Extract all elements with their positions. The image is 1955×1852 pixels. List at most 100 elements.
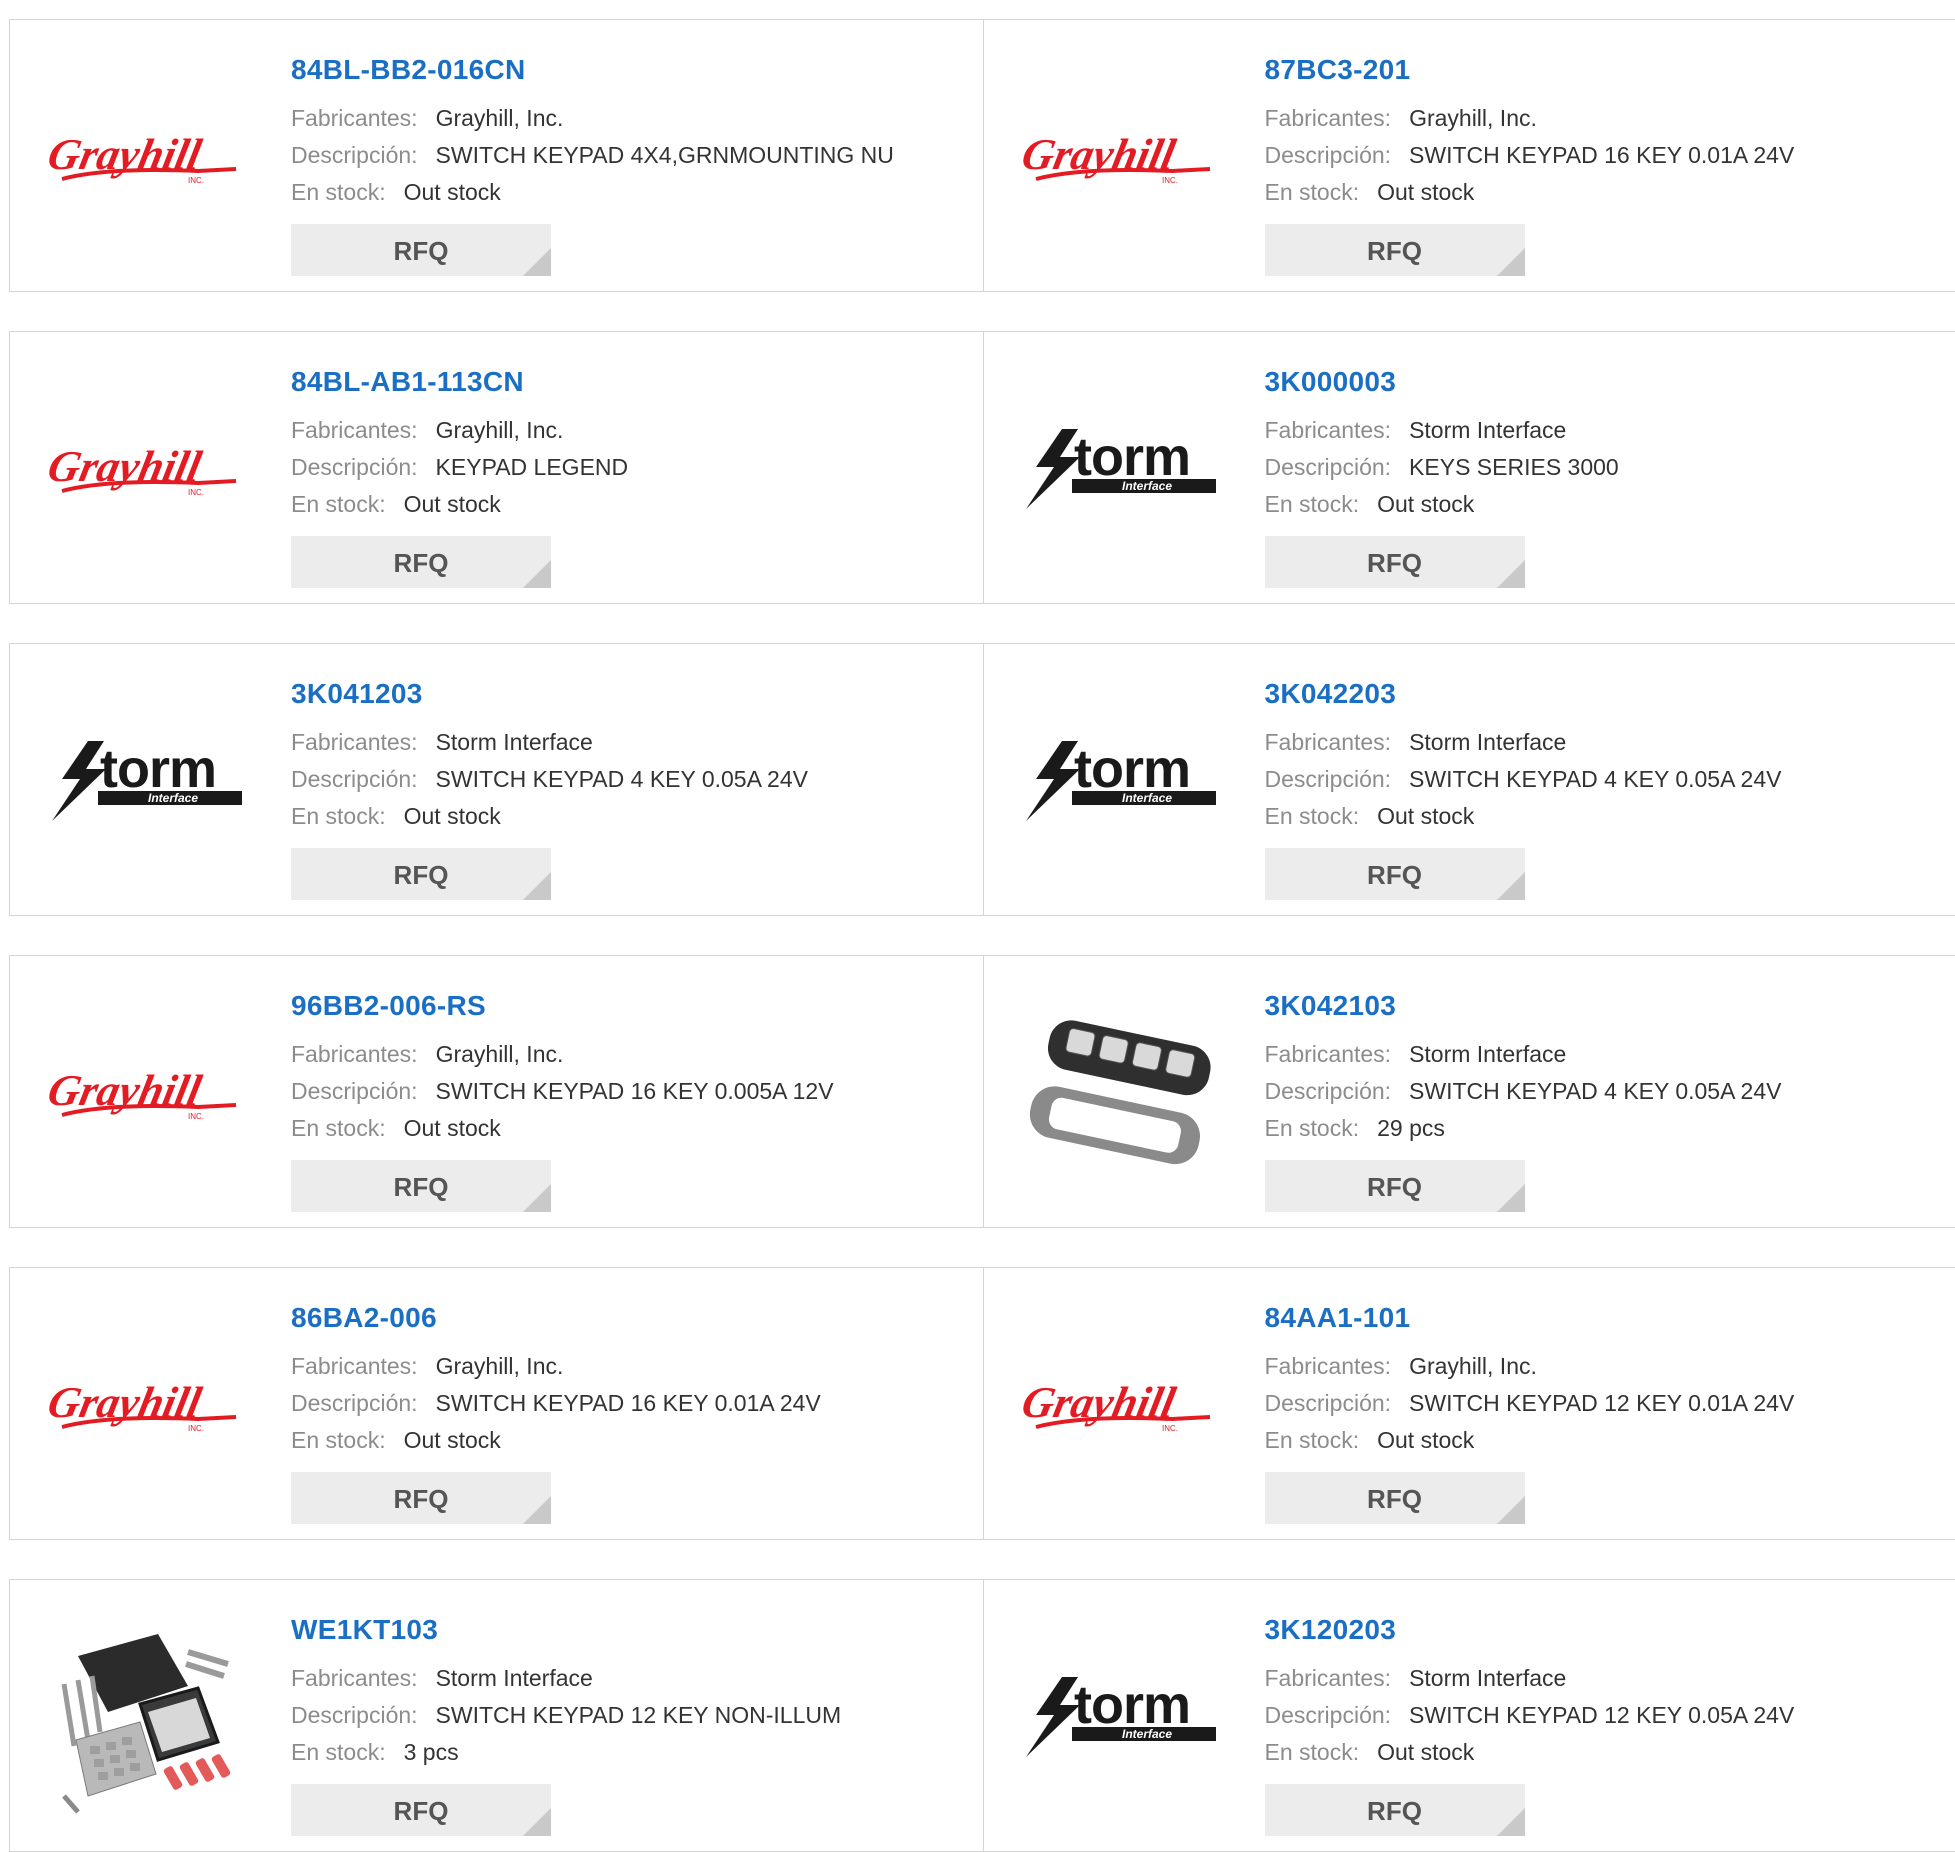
part-number-link[interactable]: 84AA1-101 — [1265, 1300, 1795, 1336]
corner-triangle-icon — [523, 872, 551, 900]
rfq-button[interactable]: RFQ — [291, 536, 551, 588]
rfq-button[interactable]: RFQ — [291, 1160, 551, 1212]
storm-interface-logo: torm Interface — [1022, 423, 1222, 513]
rfq-button[interactable]: RFQ — [291, 1784, 551, 1836]
rfq-button-label: RFQ — [394, 1484, 449, 1515]
storm-interface-logo: torm Interface — [48, 735, 248, 825]
manufacturer: Fabricantes:Storm Interface — [1265, 724, 1782, 761]
part-number-link[interactable]: 96BB2-006-RS — [291, 988, 834, 1024]
part-number-link[interactable]: 3K000003 — [1265, 364, 1619, 400]
manufacturer-value: Grayhill, Inc. — [1409, 1353, 1537, 1379]
product-image[interactable]: torm Interface — [1022, 680, 1222, 880]
product-info: 84BL-AB1-113CNFabricantes:Grayhill, Inc.… — [291, 364, 628, 588]
product-card: torm Interface 3K041203Fabricantes:Storm… — [10, 644, 983, 915]
svg-text:Interface: Interface — [1122, 1727, 1172, 1741]
rfq-button[interactable]: RFQ — [1265, 848, 1525, 900]
product-image[interactable]: Grayhill INC. — [1022, 1304, 1222, 1504]
description: Descripción:KEYPAD LEGEND — [291, 449, 628, 486]
stock: En stock: Out stock — [1265, 798, 1782, 835]
product-image[interactable]: torm Interface — [48, 680, 248, 880]
part-number-link[interactable]: 3K120203 — [1265, 1612, 1795, 1648]
manufacturer-label: Fabricantes: — [291, 1353, 418, 1379]
stock-label: En stock: — [1265, 1739, 1360, 1765]
description: Descripción:SWITCH KEYPAD 12 KEY 0.01A 2… — [1265, 1385, 1795, 1422]
product-row: Grayhill INC. 84BL-AB1-113CNFabricantes:… — [9, 331, 1955, 604]
product-image[interactable]: Grayhill INC. — [48, 56, 248, 256]
manufacturer: Fabricantes:Storm Interface — [1265, 1036, 1782, 1073]
stock-label: En stock: — [1265, 491, 1360, 517]
description-value: SWITCH KEYPAD 12 KEY 0.05A 24V — [1409, 1702, 1794, 1728]
stock-value: Out stock — [1377, 803, 1474, 829]
rfq-button[interactable]: RFQ — [291, 224, 551, 276]
product-row: WE1KT103Fabricantes:Storm InterfaceDescr… — [9, 1579, 1955, 1852]
stock: En stock:Out stock — [1265, 486, 1619, 523]
stock-value: Out stock — [404, 1427, 501, 1453]
manufacturer-value: Grayhill, Inc. — [436, 1041, 564, 1067]
storm-interface-logo: torm Interface — [1022, 735, 1222, 825]
part-number-link[interactable]: 3K042103 — [1265, 988, 1782, 1024]
grayhill-logo: Grayhill INC. — [1022, 121, 1222, 191]
rfq-button[interactable]: RFQ — [1265, 1784, 1525, 1836]
product-info: 3K041203Fabricantes:Storm InterfaceDescr… — [291, 676, 808, 900]
stock: En stock:Out stock — [291, 174, 894, 211]
rfq-button[interactable]: RFQ — [291, 848, 551, 900]
product-image[interactable]: Grayhill INC. — [48, 1304, 248, 1504]
description: Descripción:SWITCH KEYPAD 12 KEY 0.05A 2… — [1265, 1697, 1795, 1734]
product-image[interactable]: torm Interface — [1022, 368, 1222, 568]
rfq-button[interactable]: RFQ — [291, 1472, 551, 1524]
grayhill-logo: Grayhill INC. — [1022, 1369, 1222, 1439]
corner-triangle-icon — [1497, 560, 1525, 588]
description: Descripción:SWITCH KEYPAD 16 KEY 0.005A … — [291, 1073, 834, 1110]
description-label: Descripción: — [291, 454, 418, 480]
grayhill-logo: Grayhill INC. — [48, 433, 248, 503]
rfq-button[interactable]: RFQ — [1265, 536, 1525, 588]
description: Descripción:SWITCH KEYPAD 4 KEY 0.05A 24… — [291, 761, 808, 798]
corner-triangle-icon — [523, 248, 551, 276]
rfq-button[interactable]: RFQ — [1265, 224, 1525, 276]
corner-triangle-icon — [523, 1184, 551, 1212]
stock: En stock:29 pcs — [1265, 1110, 1782, 1147]
manufacturer-value: Storm Interface — [1409, 1665, 1566, 1691]
product-card: Grayhill INC. 84AA1-101Fabricantes:Grayh… — [983, 1268, 1955, 1539]
corner-triangle-icon — [1497, 1496, 1525, 1524]
description-value: SWITCH KEYPAD 4 KEY 0.05A 24V — [1409, 1078, 1781, 1104]
product-card: torm Interface 3K000003Fabricantes:Storm… — [983, 332, 1955, 603]
svg-text:torm: torm — [1074, 739, 1190, 799]
product-image[interactable]: Grayhill INC. — [1022, 56, 1222, 256]
description-value: SWITCH KEYPAD 4X4,GRNMOUNTING NU — [436, 142, 894, 168]
part-number-link[interactable]: 3K041203 — [291, 676, 808, 712]
product-info: 3K000003Fabricantes:Storm InterfaceDescr… — [1265, 364, 1619, 588]
stock-label: En stock: — [1265, 1427, 1360, 1453]
product-image[interactable] — [1022, 992, 1222, 1192]
description-value: KEYS SERIES 3000 — [1409, 454, 1619, 480]
product-row: torm Interface 3K041203Fabricantes:Storm… — [9, 643, 1955, 916]
part-number-link[interactable]: 84BL-BB2-016CN — [291, 52, 894, 88]
stock-value: 29 pcs — [1377, 1115, 1445, 1141]
rfq-button-label: RFQ — [394, 236, 449, 267]
grayhill-logo: Grayhill INC. — [48, 1369, 248, 1439]
part-number-link[interactable]: 84BL-AB1-113CN — [291, 364, 628, 400]
rfq-button-label: RFQ — [1367, 1484, 1422, 1515]
part-number-link[interactable]: 86BA2-006 — [291, 1300, 821, 1336]
product-image[interactable] — [48, 1616, 248, 1816]
product-card: Grayhill INC. 87BC3-201Fabricantes:Grayh… — [983, 20, 1955, 291]
product-info: 96BB2-006-RSFabricantes:Grayhill, Inc.De… — [291, 988, 834, 1212]
svg-text:torm: torm — [100, 739, 216, 799]
product-image[interactable]: Grayhill INC. — [48, 992, 248, 1192]
stock-label: En stock: — [1265, 803, 1360, 829]
manufacturer-value: Grayhill, Inc. — [1409, 105, 1537, 131]
part-number-link[interactable]: 87BC3-201 — [1265, 52, 1795, 88]
stock-value: Out stock — [404, 1115, 501, 1141]
product-row: Grayhill INC. 84BL-BB2-016CNFabricantes:… — [9, 19, 1955, 292]
product-image[interactable]: Grayhill INC. — [48, 368, 248, 568]
rfq-button[interactable]: RFQ — [1265, 1160, 1525, 1212]
product-info: 87BC3-201Fabricantes:Grayhill, Inc.Descr… — [1265, 52, 1795, 276]
description-label: Descripción: — [291, 1390, 418, 1416]
rfq-button-label: RFQ — [1367, 1796, 1422, 1827]
product-image[interactable]: torm Interface — [1022, 1616, 1222, 1816]
stock: En stock:Out stock — [1265, 1734, 1795, 1771]
description-label: Descripción: — [1265, 454, 1392, 480]
rfq-button[interactable]: RFQ — [1265, 1472, 1525, 1524]
part-number-link[interactable]: 3K042203 — [1265, 676, 1782, 712]
part-number-link[interactable]: WE1KT103 — [291, 1612, 841, 1648]
